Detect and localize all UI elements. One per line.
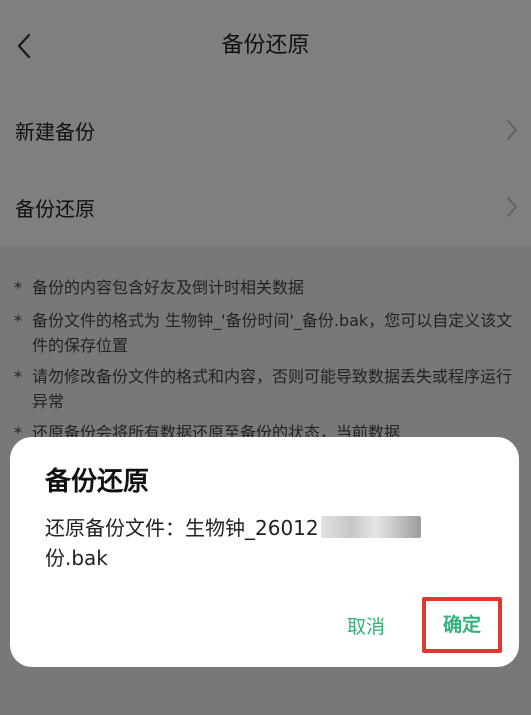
- cancel-button[interactable]: 取消: [336, 609, 396, 645]
- backup-restore-screen: 备份还原 新建备份 备份还原 * 备份的内容包含好友及倒计时相关数据 * 备份文…: [0, 0, 531, 715]
- dialog-actions: 取消 确定: [10, 597, 519, 657]
- restore-dialog: 备份还原 还原备份文件：生物钟_26012 份.bak 取消 确定: [10, 437, 519, 667]
- dialog-message-prefix: 还原备份文件：生物钟_26012: [45, 516, 319, 540]
- confirm-button[interactable]: 确定: [422, 597, 502, 653]
- dialog-message-suffix: 份.bak: [45, 546, 108, 570]
- redacted-filename-mask: [320, 516, 421, 538]
- dialog-message: 还原备份文件：生物钟_26012 份.bak: [45, 513, 485, 573]
- dialog-title: 备份还原: [45, 467, 150, 497]
